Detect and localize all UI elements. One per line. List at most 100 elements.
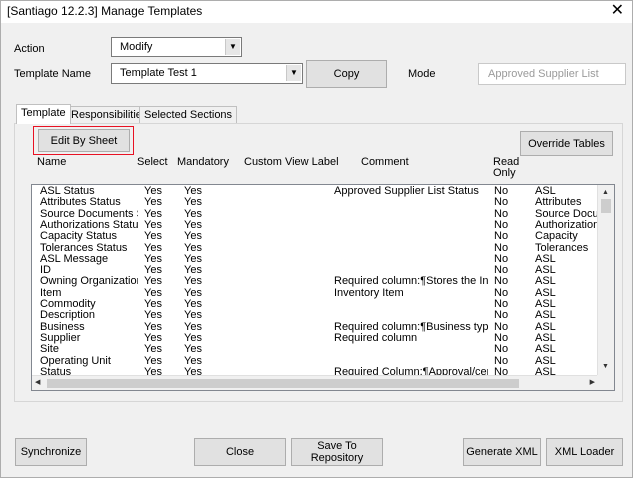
table-row[interactable]: ASL Message Yes Yes No ASL <box>32 254 598 265</box>
tab-template[interactable]: Template <box>16 104 71 124</box>
cell-comment: Inventory Item <box>334 287 404 299</box>
cell-mandatory: Yes <box>184 287 202 299</box>
table-row[interactable]: Tolerances Status Yes Yes No Tolerances <box>32 243 598 254</box>
cell-select: Yes <box>144 287 162 299</box>
xml-loader-button[interactable]: XML Loader <box>546 438 623 466</box>
table-row[interactable]: Site Yes Yes No ASL <box>32 344 598 355</box>
cell-mandatory: Yes <box>184 276 202 288</box>
cell-section: ASL <box>535 299 556 310</box>
cell-name: Site <box>40 344 59 356</box>
chevron-down-icon[interactable]: ▼ <box>286 65 301 81</box>
cell-name: Supplier <box>40 332 81 344</box>
cell-select: Yes <box>144 299 162 310</box>
cell-select: Yes <box>144 344 162 356</box>
scroll-down-icon[interactable]: ▼ <box>602 362 609 372</box>
table-row[interactable]: Description Yes Yes No ASL <box>32 310 598 321</box>
cell-name: Capacity Status <box>40 231 118 243</box>
vertical-scroll-thumb[interactable] <box>601 199 611 213</box>
action-value: Modify <box>120 41 153 53</box>
vertical-scrollbar[interactable]: ▲ ▼ <box>597 185 614 375</box>
cell-section: ASL <box>535 265 556 277</box>
table-row[interactable]: Source Documents Stat Yes Yes No Source Docu… <box>32 209 598 220</box>
column-header-read-only-line2: Only <box>493 167 516 179</box>
table-row[interactable]: Capacity Status Yes Yes No Capacity <box>32 231 598 242</box>
mode-label: Mode <box>408 68 436 80</box>
tab-selected-sections[interactable]: Selected Sections <box>139 106 238 124</box>
cell-mandatory: Yes <box>184 219 202 231</box>
synchronize-button[interactable]: Synchronize <box>15 438 87 466</box>
cell-name: Source Documents Stat <box>40 208 138 220</box>
column-header-mandatory: Mandatory <box>177 156 229 168</box>
cell-read-only: No <box>494 231 509 243</box>
table-row[interactable]: Attributes Status Yes Yes No Attributes <box>32 197 598 208</box>
cell-comment: Approved Supplier List Status <box>334 186 479 197</box>
close-icon[interactable]: ✕ <box>611 2 624 20</box>
cell-section: ASL <box>535 287 556 299</box>
cell-read-only: No <box>494 332 509 344</box>
cell-read-only: No <box>494 208 509 220</box>
column-header-name: Name <box>37 156 67 168</box>
table-row[interactable]: Authorizations Status Yes Yes No Authorizati… <box>32 220 598 231</box>
cell-section: ASL <box>535 321 556 333</box>
edit-by-sheet-button[interactable]: Edit By Sheet <box>38 129 130 152</box>
scroll-right-icon[interactable]: ▶ <box>590 378 595 388</box>
action-dropdown[interactable]: Modify ▼ <box>111 37 242 57</box>
table-row[interactable]: Item Yes Yes Inventory Item No ASL <box>32 288 598 299</box>
table-row[interactable]: Operating Unit Yes Yes No ASL <box>32 356 598 367</box>
cell-mandatory: Yes <box>184 197 202 209</box>
fields-grid[interactable]: ASL Status Yes Yes Approved Supplier List S… <box>31 184 615 391</box>
table-row[interactable]: Supplier Yes Yes Required column No ASL <box>32 333 598 344</box>
cell-read-only: No <box>494 197 509 209</box>
override-tables-button[interactable]: Override Tables <box>520 131 613 156</box>
cell-read-only: No <box>494 299 509 310</box>
table-row[interactable]: Business Yes Yes Required column:¶Business … <box>32 322 598 333</box>
cell-mandatory: Yes <box>184 299 202 310</box>
cell-section: Attributes <box>535 197 582 209</box>
table-row[interactable]: Owning Organization Yes Yes Required column… <box>32 276 598 287</box>
cell-name: ASL Message <box>40 253 109 265</box>
horizontal-scrollbar[interactable]: ◀ ▶ <box>32 375 598 390</box>
table-row[interactable]: ASL Status Yes Yes Approved Supplier List S… <box>32 186 598 197</box>
cell-name: Operating Unit <box>40 355 111 367</box>
cell-comment: Required column:¶Stores the Invento <box>334 276 488 288</box>
cell-select: Yes <box>144 332 162 344</box>
table-row[interactable]: ID Yes Yes No ASL <box>32 265 598 276</box>
cell-section: ASL <box>535 310 556 322</box>
cell-name: ASL Status <box>40 186 95 197</box>
template-name-dropdown[interactable]: Template Test 1 ▼ <box>111 63 303 84</box>
scroll-up-icon[interactable]: ▲ <box>602 188 609 198</box>
copy-button[interactable]: Copy <box>306 60 387 88</box>
cell-select: Yes <box>144 219 162 231</box>
cell-read-only: No <box>494 186 509 197</box>
cell-section: ASL <box>535 186 556 197</box>
scroll-left-icon[interactable]: ◀ <box>35 378 40 388</box>
horizontal-scroll-thumb[interactable] <box>47 379 519 388</box>
cell-select: Yes <box>144 186 162 197</box>
cell-select: Yes <box>144 321 162 333</box>
cell-name: Commodity <box>40 299 96 310</box>
cell-mandatory: Yes <box>184 344 202 356</box>
cell-section: ASL <box>535 344 556 356</box>
generate-xml-button[interactable]: Generate XML <box>463 438 541 466</box>
close-button[interactable]: Close <box>194 438 286 466</box>
cell-comment: Required column:¶Business type of D <box>334 321 488 333</box>
cell-select: Yes <box>144 355 162 367</box>
cell-name: Authorizations Status <box>40 219 138 231</box>
cell-name: Tolerances Status <box>40 242 128 254</box>
cell-name: Attributes Status <box>40 197 121 209</box>
cell-select: Yes <box>144 265 162 277</box>
cell-select: Yes <box>144 276 162 288</box>
cell-section: Capacity <box>535 231 578 243</box>
cell-name: ID <box>40 265 51 277</box>
cell-read-only: No <box>494 310 509 322</box>
save-to-repository-button[interactable]: Save To Repository <box>291 438 383 466</box>
table-row[interactable]: Commodity Yes Yes No ASL <box>32 299 598 310</box>
scrollbar-corner <box>597 375 614 390</box>
template-name-label: Template Name <box>14 68 92 80</box>
cell-mandatory: Yes <box>184 208 202 220</box>
cell-mandatory: Yes <box>184 355 202 367</box>
window-title: [Santiago 12.2.3] Manage Templates <box>7 4 203 18</box>
mode-field: Approved Supplier List <box>478 63 626 85</box>
chevron-down-icon[interactable]: ▼ <box>225 39 240 55</box>
cell-select: Yes <box>144 253 162 265</box>
